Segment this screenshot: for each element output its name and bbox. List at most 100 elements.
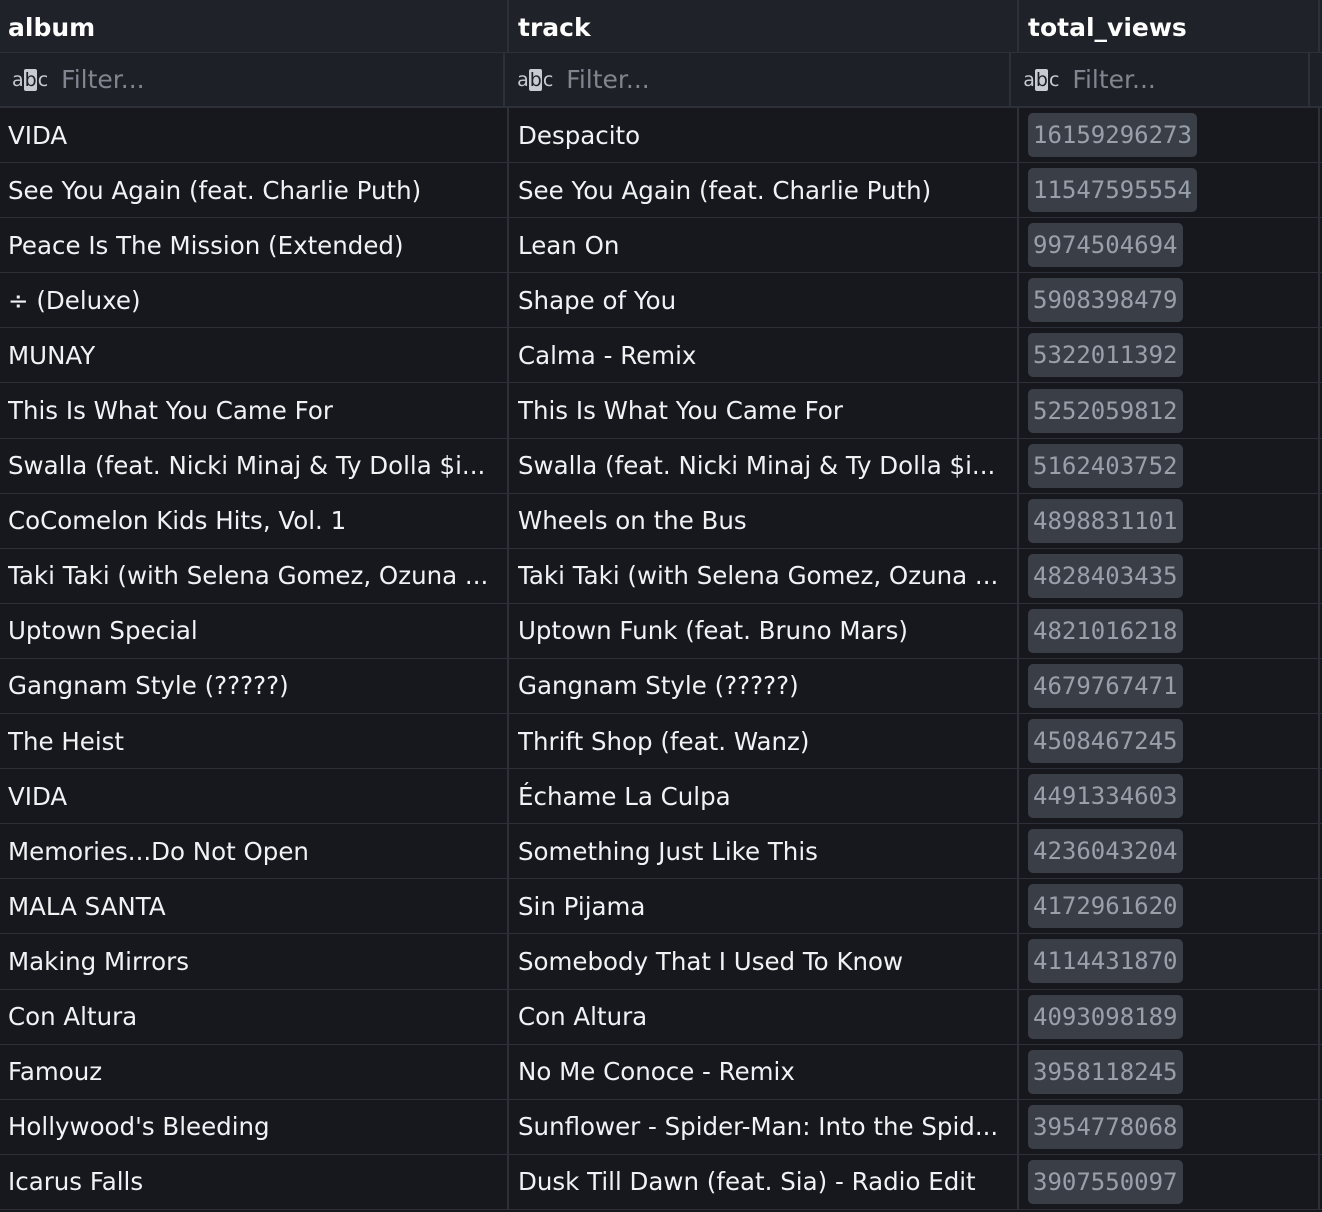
column-header-total-views[interactable]: total_views (1019, 0, 1320, 52)
cell-track[interactable]: See You Again (feat. Charlie Puth) (509, 163, 1019, 218)
cell-album[interactable]: Con Altura (0, 989, 509, 1044)
table-row[interactable]: Icarus Falls Dusk Till Dawn (feat. Sia) -… (0, 1154, 1322, 1210)
table-row[interactable]: Con Altura Con Altura 4093098189 (0, 989, 1322, 1045)
cell-album[interactable]: Memories...Do Not Open (0, 824, 509, 879)
table-row[interactable]: Gangnam Style (?????) Gangnam Style (????… (0, 658, 1322, 715)
table-row[interactable]: Swalla (feat. Nicki Minaj & Ty Dolla $i.… (0, 438, 1322, 494)
cell-track[interactable]: Somebody That I Used To Know (509, 934, 1019, 989)
table-row[interactable]: CoComelon Kids Hits, Vol. 1 Wheels on the… (0, 493, 1322, 549)
cell-track[interactable]: Sin Pijama (509, 879, 1019, 934)
filter-input-total-views[interactable] (1072, 65, 1273, 94)
cell-album[interactable]: CoComelon Kids Hits, Vol. 1 (0, 493, 509, 548)
cell-album[interactable]: See You Again (feat. Charlie Puth) (0, 163, 509, 218)
table-row[interactable]: Uptown Special Uptown Funk (feat. Bruno M… (0, 603, 1322, 659)
number-badge: 5162403752 (1028, 443, 1183, 488)
cell-total-views[interactable]: 4093098189 (1019, 989, 1320, 1044)
cell-track[interactable]: Thrift Shop (feat. Wanz) (509, 714, 1019, 769)
cell-track[interactable]: Lean On (509, 218, 1019, 273)
cell-track[interactable]: Dusk Till Dawn (feat. Sia) - Radio Edit (509, 1154, 1019, 1209)
cell-total-views[interactable]: 3954778068 (1019, 1099, 1320, 1154)
table-row[interactable]: The Heist Thrift Shop (feat. Wanz) 4508467… (0, 714, 1322, 770)
table-row[interactable]: See You Again (feat. Charlie Puth) See Yo… (0, 163, 1322, 219)
cell-album[interactable]: MUNAY (0, 328, 509, 383)
cell-total-views[interactable]: 11547595554 (1019, 163, 1320, 218)
cell-track[interactable]: Échame La Culpa (509, 769, 1019, 824)
cell-track[interactable]: Con Altura (509, 989, 1019, 1044)
cell-album[interactable]: Hollywood's Bleeding (0, 1099, 509, 1154)
table-row[interactable]: Taki Taki (with Selena Gomez, Ozuna ... T… (0, 548, 1322, 604)
cell-track[interactable]: Swalla (feat. Nicki Minaj & Ty Dolla $i.… (509, 438, 1019, 493)
column-header-track[interactable]: track (509, 0, 1019, 52)
cell-album[interactable]: This Is What You Came For (0, 383, 509, 438)
cell-total-views[interactable]: 4828403435 (1019, 548, 1320, 603)
cell-total-views[interactable]: 5252059812 (1019, 383, 1320, 438)
cell-album[interactable]: Swalla (feat. Nicki Minaj & Ty Dolla $i.… (0, 438, 509, 493)
cell-track[interactable]: Wheels on the Bus (509, 493, 1019, 548)
cell-total-views[interactable]: 4821016218 (1019, 603, 1320, 658)
cell-total-views[interactable]: 4172961620 (1019, 879, 1320, 934)
cell-track[interactable]: Taki Taki (with Selena Gomez, Ozuna ... (509, 548, 1019, 603)
table-row[interactable]: ÷ (Deluxe) Shape of You 5908398479 (0, 273, 1322, 329)
cell-album-text: MALA SANTA (8, 891, 166, 921)
table-row[interactable]: Memories...Do Not Open Something Just Lik… (0, 824, 1322, 880)
number-badge: 4093098189 (1028, 994, 1183, 1039)
cell-total-views[interactable]: 5162403752 (1019, 438, 1320, 493)
cell-total-views[interactable]: 4114431870 (1019, 934, 1320, 989)
cell-album-text: VIDA (8, 120, 68, 150)
cell-track[interactable]: Sunflower - Spider-Man: Into the Spid... (509, 1099, 1019, 1154)
cell-total-views[interactable]: 4236043204 (1019, 824, 1320, 879)
cell-total-views[interactable]: 16159296273 (1019, 108, 1320, 163)
cell-total-views[interactable]: 4679767471 (1019, 658, 1320, 714)
number-badge: 5252059812 (1028, 388, 1183, 433)
cell-album[interactable]: VIDA (0, 769, 509, 824)
data-grid: album track total_views abc abc abc VIDA… (0, 0, 1322, 1212)
column-header-album[interactable]: album (0, 0, 509, 52)
cell-total-views[interactable]: 4898831101 (1019, 493, 1320, 548)
cell-album[interactable]: Famouz (0, 1044, 509, 1099)
filter-input-track[interactable] (566, 65, 947, 94)
cell-track[interactable]: This Is What You Came For (509, 383, 1019, 438)
cell-total-views[interactable]: 4491334603 (1019, 769, 1320, 824)
table-row[interactable]: Famouz No Me Conoce - Remix 3958118245 (0, 1044, 1322, 1100)
cell-total-views[interactable]: 4508467245 (1019, 714, 1320, 769)
cell-track[interactable]: Something Just Like This (509, 824, 1019, 879)
cell-album[interactable]: Gangnam Style (?????) (0, 658, 509, 714)
cell-track-text: Lean On (518, 230, 620, 260)
table-row[interactable]: VIDA Échame La Culpa 4491334603 (0, 769, 1322, 825)
table-row[interactable]: Hollywood's Bleeding Sunflower - Spider-M… (0, 1099, 1322, 1155)
cell-total-views[interactable]: 3907550097 (1019, 1154, 1320, 1209)
cell-album[interactable]: ÷ (Deluxe) (0, 273, 509, 328)
cell-album[interactable]: Taki Taki (with Selena Gomez, Ozuna ... (0, 548, 509, 603)
cell-total-views[interactable]: 3958118245 (1019, 1044, 1320, 1099)
cell-track-text: No Me Conoce - Remix (518, 1057, 795, 1087)
cell-total-views[interactable]: 9974504694 (1019, 218, 1320, 273)
cell-track[interactable]: Uptown Funk (feat. Bruno Mars) (509, 603, 1019, 658)
table-row[interactable]: Peace Is The Mission (Extended) Lean On 99… (0, 218, 1322, 274)
table-row[interactable]: MALA SANTA Sin Pijama 4172961620 (0, 879, 1322, 935)
cell-track-text: Gangnam Style (?????) (518, 671, 799, 701)
cell-album[interactable]: Uptown Special (0, 603, 509, 658)
cell-album-text: See You Again (feat. Charlie Puth) (8, 175, 422, 205)
filter-input-album[interactable] (61, 65, 442, 94)
cell-album[interactable]: The Heist (0, 714, 509, 769)
table-row[interactable]: VIDA Despacito 16159296273 (0, 108, 1322, 164)
table-row[interactable]: MUNAY Calma - Remix 5322011392 (0, 328, 1322, 384)
column-header-label: total_views (1028, 12, 1187, 42)
cell-album[interactable]: VIDA (0, 108, 509, 163)
cell-album[interactable]: MALA SANTA (0, 879, 509, 934)
cell-track[interactable]: No Me Conoce - Remix (509, 1044, 1019, 1099)
cell-album[interactable]: Icarus Falls (0, 1154, 509, 1209)
cell-total-views[interactable]: 5322011392 (1019, 328, 1320, 383)
cell-track[interactable]: Shape of You (509, 273, 1019, 328)
table-row[interactable]: This Is What You Came For This Is What Yo… (0, 383, 1322, 439)
cell-total-views[interactable]: 5908398479 (1019, 273, 1320, 328)
cell-album-text: The Heist (8, 726, 125, 756)
cell-track[interactable]: Despacito (509, 108, 1019, 163)
cell-track[interactable]: Calma - Remix (509, 328, 1019, 383)
cell-album-text: Swalla (feat. Nicki Minaj & Ty Dolla $i.… (8, 451, 486, 481)
cell-album[interactable]: Peace Is The Mission (Extended) (0, 218, 509, 273)
cell-album[interactable]: Making Mirrors (0, 934, 509, 989)
column-header-label: track (518, 12, 591, 42)
table-row[interactable]: Making Mirrors Somebody That I Used To Kn… (0, 934, 1322, 990)
cell-track[interactable]: Gangnam Style (?????) (509, 658, 1019, 714)
